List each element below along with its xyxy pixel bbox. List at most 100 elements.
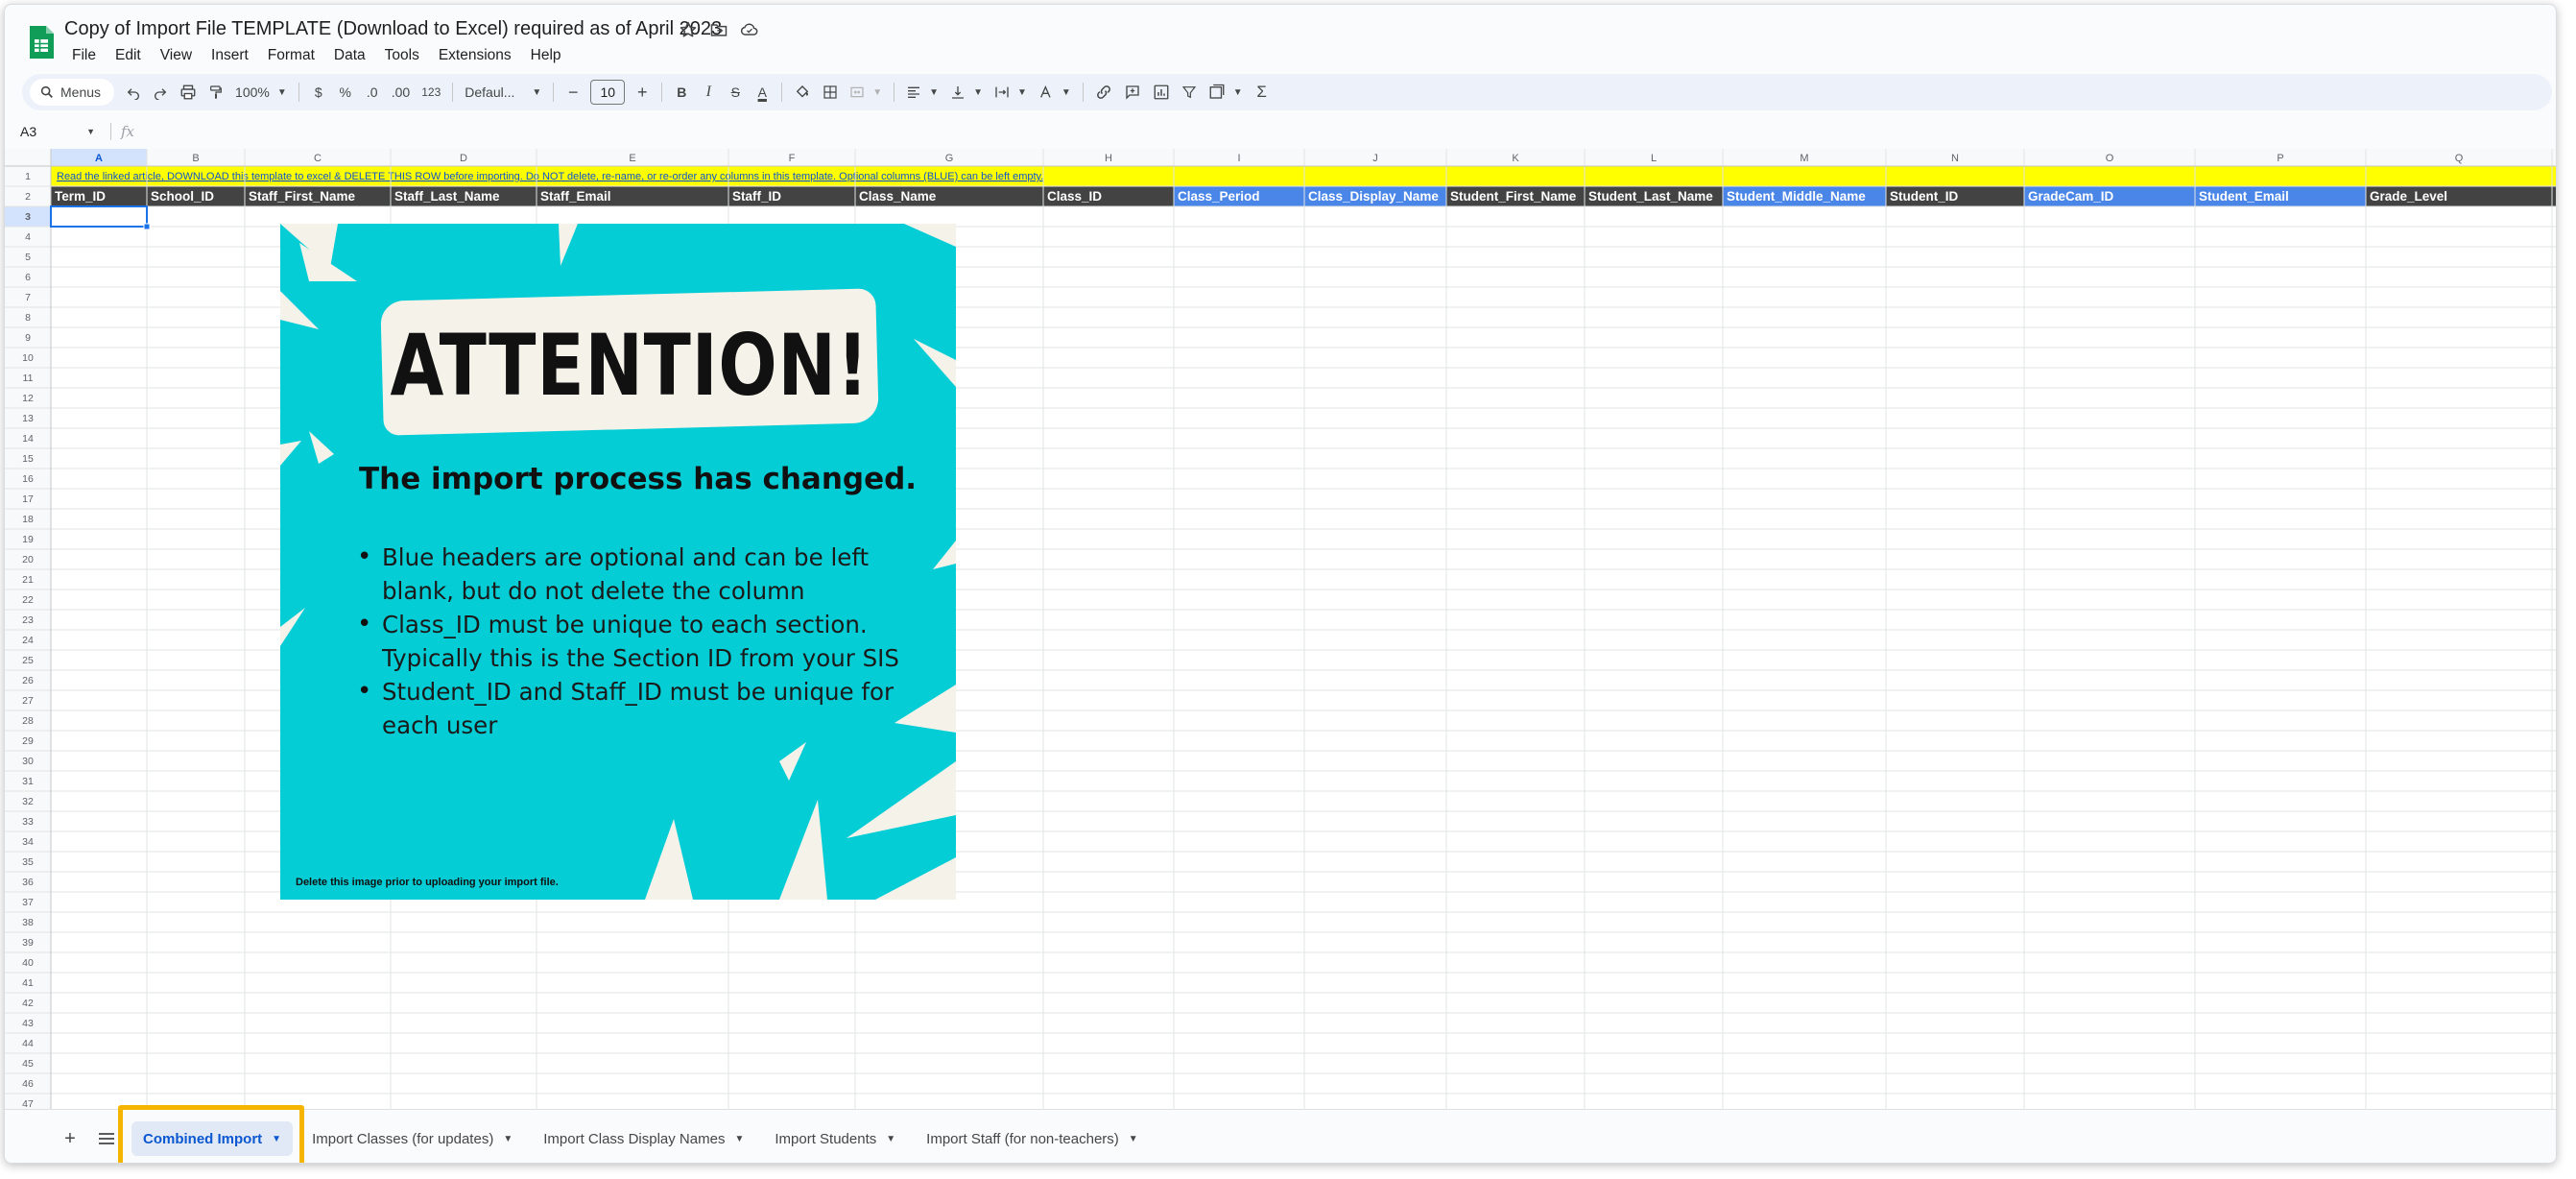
row-number[interactable]: 17: [22, 493, 34, 505]
decrease-decimal-button[interactable]: .0: [359, 78, 386, 107]
column-letter[interactable]: O: [2106, 153, 2114, 164]
row-number[interactable]: 39: [22, 937, 34, 949]
row-number[interactable]: 46: [22, 1078, 34, 1090]
menu-edit[interactable]: Edit: [107, 45, 149, 66]
row-number[interactable]: 20: [22, 554, 34, 565]
row-number[interactable]: 14: [22, 433, 34, 445]
row-number[interactable]: 15: [22, 453, 34, 465]
row-number[interactable]: 38: [22, 917, 34, 928]
italic-button[interactable]: I: [695, 78, 722, 107]
row-number[interactable]: 9: [25, 332, 31, 344]
row-number[interactable]: 42: [22, 998, 34, 1009]
row-number[interactable]: 5: [25, 252, 31, 263]
filter-button[interactable]: [1176, 78, 1203, 107]
row-number[interactable]: 34: [22, 836, 34, 848]
chevron-down-icon[interactable]: ▼: [503, 1134, 513, 1144]
currency-format-button[interactable]: $: [305, 78, 332, 107]
move-folder-icon[interactable]: [707, 18, 730, 41]
cloud-saved-icon[interactable]: [738, 18, 761, 41]
column-letter[interactable]: I: [1237, 153, 1240, 164]
column-letter[interactable]: J: [1372, 153, 1378, 164]
column-letter[interactable]: K: [1512, 153, 1519, 164]
fill-color-button[interactable]: [788, 78, 817, 107]
note-row-text[interactable]: Read the linked article, DOWNLOAD this t…: [57, 171, 1043, 182]
row-number[interactable]: 29: [22, 735, 34, 747]
row-number[interactable]: 26: [22, 675, 34, 686]
formula-input[interactable]: [146, 120, 2556, 143]
text-color-button[interactable]: A: [749, 78, 775, 107]
column-letter[interactable]: B: [192, 153, 199, 164]
sheet-tab-import-staff[interactable]: Import Staff (for non-teachers) ▼: [915, 1121, 1150, 1156]
menus-search-button[interactable]: Menus: [30, 79, 115, 106]
menu-extensions[interactable]: Extensions: [431, 45, 519, 66]
spreadsheet-grid[interactable]: Read the linked article, DOWNLOAD this t…: [5, 149, 2556, 1109]
insert-chart-button[interactable]: [1147, 78, 1176, 107]
column-letter[interactable]: H: [1105, 153, 1112, 164]
text-rotation-button[interactable]: ▼: [1033, 78, 1077, 107]
column-letter[interactable]: P: [2277, 153, 2283, 164]
row-number[interactable]: 6: [25, 272, 31, 283]
column-letter[interactable]: G: [945, 153, 954, 164]
paint-format-button[interactable]: [203, 78, 229, 107]
row-number[interactable]: 4: [25, 231, 31, 243]
row-number[interactable]: 13: [22, 413, 34, 424]
font-family-select[interactable]: Defaul... ▼: [459, 78, 547, 107]
row-number[interactable]: 37: [22, 897, 34, 908]
row-number[interactable]: 19: [22, 534, 34, 545]
column-letter[interactable]: F: [789, 153, 796, 164]
name-box[interactable]: A3 ▼: [5, 118, 105, 145]
row-number[interactable]: 41: [22, 977, 34, 989]
row-number[interactable]: 12: [22, 393, 34, 404]
row-number[interactable]: 16: [22, 473, 34, 485]
print-button[interactable]: [174, 78, 203, 107]
column-letter[interactable]: E: [629, 153, 635, 164]
chevron-down-icon[interactable]: ▼: [1129, 1134, 1138, 1144]
menu-view[interactable]: View: [153, 45, 200, 66]
row-number[interactable]: 23: [22, 614, 34, 626]
sheet-tab-import-classes[interactable]: Import Classes (for updates) ▼: [300, 1121, 524, 1156]
merge-cells-button[interactable]: ▼: [844, 78, 888, 107]
all-sheets-button[interactable]: [95, 1127, 118, 1150]
vertical-align-button[interactable]: ▼: [944, 78, 989, 107]
percent-format-button[interactable]: %: [332, 78, 359, 107]
row-number[interactable]: 8: [25, 312, 31, 324]
row-number[interactable]: 32: [22, 796, 34, 807]
redo-button[interactable]: [147, 78, 174, 107]
row-number[interactable]: 35: [22, 856, 34, 868]
row-number[interactable]: 24: [22, 635, 34, 646]
row-number[interactable]: 10: [22, 352, 34, 364]
filter-views-button[interactable]: ▼: [1203, 78, 1249, 107]
row-number[interactable]: 36: [22, 877, 34, 888]
row-number[interactable]: 30: [22, 756, 34, 767]
menu-data[interactable]: Data: [326, 45, 373, 66]
borders-button[interactable]: [817, 78, 844, 107]
increase-font-size-button[interactable]: +: [629, 78, 656, 107]
column-letter[interactable]: A: [95, 153, 103, 164]
undo-button[interactable]: [120, 78, 147, 107]
row-number[interactable]: 18: [22, 514, 34, 525]
add-sheet-button[interactable]: +: [59, 1127, 82, 1150]
column-letter[interactable]: D: [460, 153, 467, 164]
row-number[interactable]: 3: [25, 211, 31, 223]
document-title[interactable]: Copy of Import File TEMPLATE (Download t…: [64, 18, 722, 40]
menu-tools[interactable]: Tools: [377, 45, 427, 66]
row-number[interactable]: 47: [22, 1098, 34, 1109]
chevron-down-icon[interactable]: ▼: [886, 1134, 895, 1144]
decrease-font-size-button[interactable]: −: [560, 78, 586, 107]
column-letter[interactable]: L: [1651, 153, 1657, 164]
row-number[interactable]: 21: [22, 574, 34, 586]
sheet-tab-import-students[interactable]: Import Students ▼: [763, 1121, 907, 1156]
row-number[interactable]: 45: [22, 1058, 34, 1070]
chevron-down-icon[interactable]: ▼: [734, 1134, 744, 1144]
menu-format[interactable]: Format: [260, 45, 322, 66]
sheet-tab-combined-import[interactable]: Combined Import ▼: [131, 1121, 294, 1156]
bold-button[interactable]: B: [668, 78, 695, 107]
menu-file[interactable]: File: [64, 45, 104, 66]
column-letter[interactable]: C: [314, 153, 322, 164]
row-number[interactable]: 27: [22, 695, 34, 707]
row-number[interactable]: 1: [25, 171, 31, 182]
attention-image[interactable]: ATTENTION! The import process has change…: [280, 224, 956, 900]
functions-button[interactable]: Σ: [1249, 78, 1276, 107]
column-letter[interactable]: Q: [2455, 153, 2464, 164]
row-number[interactable]: 25: [22, 655, 34, 666]
